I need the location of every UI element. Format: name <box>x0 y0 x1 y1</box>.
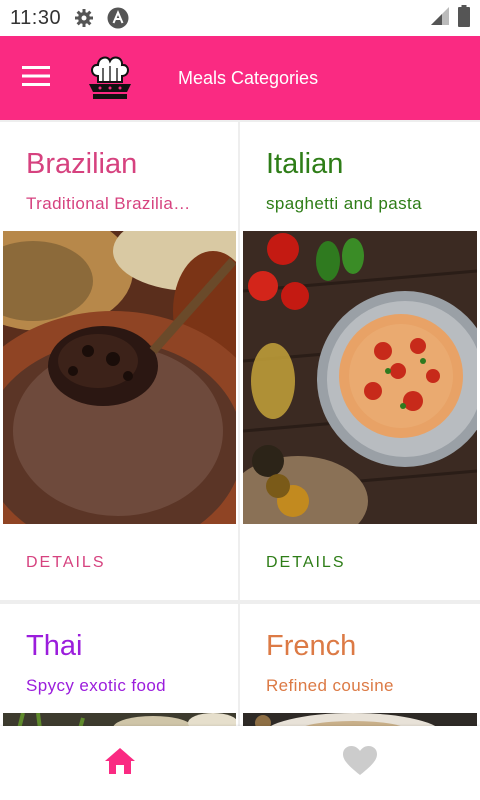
details-button[interactable]: DETAILS <box>266 554 346 572</box>
category-title: French <box>266 630 357 662</box>
app-title: Meals Categories <box>178 67 319 88</box>
category-image <box>3 713 236 726</box>
nav-item-favorites[interactable] <box>240 726 480 800</box>
app-bar: Meals Categories <box>0 36 480 120</box>
category-subtitle: Spycy exotic food <box>26 676 167 695</box>
category-card-thai[interactable]: Thai Spycy exotic food <box>0 604 238 726</box>
category-image <box>3 231 236 524</box>
category-card-french[interactable]: French Refined cousine <box>240 604 480 726</box>
category-card-brazilian[interactable]: Brazilian Traditional Brazilia… DETAILS <box>0 122 238 600</box>
signal-icon <box>430 6 450 31</box>
category-title: Italian <box>266 148 344 180</box>
status-bar: 11:30 <box>0 0 480 36</box>
category-subtitle: spaghetti and pasta <box>266 194 422 213</box>
app-notification-icon <box>107 7 129 29</box>
menu-button[interactable] <box>0 36 72 120</box>
category-title: Thai <box>26 630 83 662</box>
category-card-italian[interactable]: Italian spaghetti and pasta DETAILS <box>240 122 480 600</box>
category-subtitle: Refined cousine <box>266 676 394 695</box>
home-icon <box>104 747 136 780</box>
bottom-navigation <box>0 726 480 800</box>
category-title: Brazilian <box>26 148 138 180</box>
category-subtitle: Traditional Brazilia… <box>26 194 191 213</box>
status-time: 11:30 <box>10 6 62 29</box>
details-button[interactable]: DETAILS <box>26 554 106 572</box>
settings-icon <box>73 7 95 29</box>
heart-icon <box>343 745 377 781</box>
nav-item-home[interactable] <box>0 726 240 800</box>
battery-icon <box>458 4 470 32</box>
category-grid[interactable]: Brazilian Traditional Brazilia… DETAILS <box>0 120 480 726</box>
category-image <box>243 231 477 524</box>
chef-logo-icon <box>80 48 140 108</box>
category-image <box>243 713 477 726</box>
hamburger-menu-icon <box>22 65 50 92</box>
